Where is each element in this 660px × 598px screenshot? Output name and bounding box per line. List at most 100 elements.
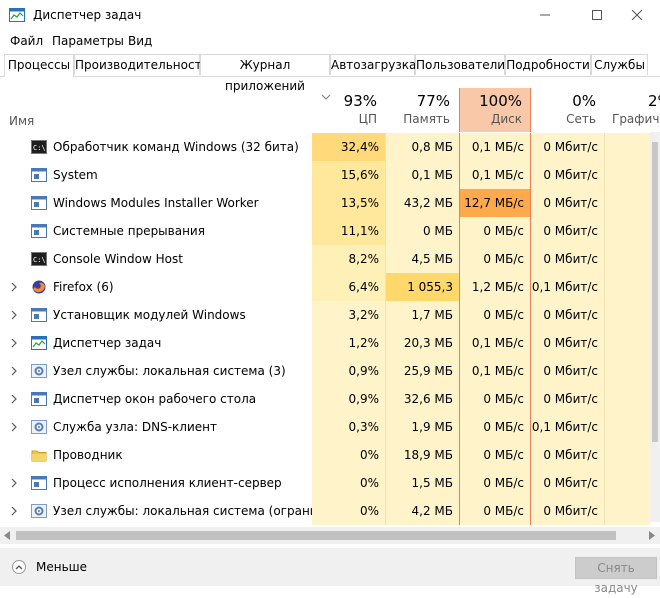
network-label: Сеть xyxy=(566,112,596,126)
process-row[interactable]: System 15,6% 0,1 МБ 0,1 МБ/с 0 Мбит/с xyxy=(0,161,650,189)
process-row[interactable]: Системные прерывания 11,1% 0 МБ 0 МБ/с 0 Мби… xyxy=(0,217,650,245)
disk-total: 100% xyxy=(479,92,522,110)
process-name: System xyxy=(53,168,98,182)
process-gpu xyxy=(604,133,650,161)
footer: Меньше Снять задачу xyxy=(0,548,660,595)
menu-view[interactable]: Вид xyxy=(128,34,152,48)
vertical-scrollbar[interactable] xyxy=(650,132,660,522)
column-header-name[interactable]: Имя xyxy=(0,88,331,132)
expand-chevron-icon[interactable] xyxy=(10,422,18,432)
process-row[interactable]: Узел службы: локальная система (3) 0,9% 25… xyxy=(0,357,650,385)
tab-services[interactable]: Службы xyxy=(591,54,648,75)
gear-icon xyxy=(31,364,47,378)
process-cpu: 3,2% xyxy=(312,301,385,329)
tab-users[interactable]: Пользователи xyxy=(415,54,505,75)
cmd-icon: C:\ xyxy=(31,140,47,154)
process-network: 0 Мбит/с xyxy=(531,329,604,357)
process-network: 0,1 Мбит/с xyxy=(531,273,604,301)
process-network: 0 Мбит/с xyxy=(531,357,604,385)
process-disk: 0 МБ/с xyxy=(459,385,531,413)
expand-chevron-icon[interactable] xyxy=(10,282,18,292)
process-network: 0,1 Мбит/с xyxy=(531,413,604,441)
memory-label: Память xyxy=(403,112,450,126)
tab-startup[interactable]: Автозагрузка xyxy=(330,54,416,75)
end-task-button[interactable]: Снять задачу xyxy=(575,557,657,595)
process-name: Служба узла: DNS-клиент xyxy=(53,420,217,434)
svg-text:C:\: C:\ xyxy=(33,144,46,152)
minimize-icon xyxy=(540,14,550,16)
minimize-button[interactable] xyxy=(522,0,568,30)
tab-performance[interactable]: Производительность xyxy=(74,54,209,75)
process-name: Диспетчер окон рабочего стола xyxy=(53,392,257,406)
process-row[interactable]: C:\ Console Window Host 8,2% 4,5 МБ 0 МБ/с 0 … xyxy=(0,245,650,273)
fewer-details-icon[interactable] xyxy=(12,560,26,574)
column-header-network[interactable]: 0% Сеть xyxy=(531,88,604,132)
title-bar: Диспетчер задач xyxy=(0,0,660,30)
horizontal-scrollbar[interactable] xyxy=(0,527,660,544)
process-row[interactable]: Узел службы: локальная система (ограниче… xyxy=(0,497,650,525)
process-row[interactable]: Служба узла: DNS-клиент 0,3% 1,9 МБ 0 МБ/с 0… xyxy=(0,413,650,441)
menu-file[interactable]: Файл xyxy=(10,34,43,48)
gear-icon xyxy=(31,420,47,434)
process-row[interactable]: Диспетчер окон рабочего стола 0,9% 32,6 МБ… xyxy=(0,385,650,413)
process-disk: 0 МБ/с xyxy=(459,301,531,329)
close-button[interactable] xyxy=(614,0,660,30)
process-cpu: 32,4% xyxy=(312,133,385,161)
horizontal-scroll-thumb[interactable] xyxy=(16,531,616,540)
process-gpu xyxy=(604,273,650,301)
window-icon xyxy=(31,392,47,406)
fewer-details-link[interactable]: Меньше xyxy=(36,560,87,574)
process-cpu: 0% xyxy=(312,497,385,525)
window-icon xyxy=(31,224,47,238)
process-gpu xyxy=(604,413,650,441)
scroll-left-icon[interactable] xyxy=(3,531,11,540)
gpu-label: Графиче xyxy=(612,112,660,126)
process-name: Windows Modules Installer Worker xyxy=(53,196,259,210)
window-icon xyxy=(31,196,47,210)
process-disk: 0,1 МБ/с xyxy=(459,133,531,161)
tab-processes[interactable]: Процессы xyxy=(4,54,74,77)
process-cpu: 6,4% xyxy=(312,273,385,301)
folder-icon xyxy=(31,450,47,462)
process-row[interactable]: Проводник 0% 18,9 МБ 0 МБ/с 0 Мбит/с xyxy=(0,441,650,469)
network-total: 0% xyxy=(572,92,596,110)
expand-chevron-icon[interactable] xyxy=(10,478,18,488)
tab-details[interactable]: Подробности xyxy=(505,54,591,75)
scroll-right-icon[interactable] xyxy=(648,531,656,540)
process-cpu: 15,6% xyxy=(312,161,385,189)
process-memory: 4,5 МБ xyxy=(385,245,459,273)
column-header-disk[interactable]: 100% Диск xyxy=(459,88,531,132)
memory-total: 77% xyxy=(416,92,450,110)
process-cpu: 1,2% xyxy=(312,329,385,357)
svg-text:C:\: C:\ xyxy=(33,256,46,264)
process-row[interactable]: Процесс исполнения клиент-сервер 0% 1,5 МБ… xyxy=(0,469,650,497)
process-memory: 4,2 МБ xyxy=(385,497,459,525)
process-row[interactable]: Windows Modules Installer Worker 13,5% 43,… xyxy=(0,189,650,217)
column-header-gpu[interactable]: 2% Графиче xyxy=(604,88,660,132)
column-header-memory[interactable]: 77% Память xyxy=(385,88,458,132)
vertical-scroll-thumb[interactable] xyxy=(652,142,658,442)
expand-chevron-icon[interactable] xyxy=(10,366,18,376)
process-cpu: 0,9% xyxy=(312,357,385,385)
expand-chevron-icon[interactable] xyxy=(10,394,18,404)
process-cpu: 0% xyxy=(312,469,385,497)
process-row[interactable]: Установщик модулей Windows 3,2% 1,7 МБ 0 МБ… xyxy=(0,301,650,329)
process-disk: 1,2 МБ/с xyxy=(459,273,531,301)
process-name: Диспетчер задач xyxy=(53,336,162,350)
process-disk: 0 МБ/с xyxy=(459,217,531,245)
process-row[interactable]: Firefox (6) 6,4%1 055,3 МБ1,2 МБ/с0,1 Мби… xyxy=(0,273,650,322)
window-icon xyxy=(31,308,47,322)
tab-app-history[interactable]: Журнал приложений xyxy=(200,54,330,93)
expand-chevron-icon[interactable] xyxy=(10,506,18,516)
process-name: Процесс исполнения клиент-сервер xyxy=(53,476,282,490)
process-row[interactable]: Диспетчер задач 1,2% 20,3 МБ 0,1 МБ/с 0 Мбит… xyxy=(0,329,650,357)
process-network: 0 Мбит/с xyxy=(531,497,604,525)
expand-chevron-icon[interactable] xyxy=(10,310,18,320)
process-name: Firefox (6) xyxy=(53,280,114,294)
expand-chevron-icon[interactable] xyxy=(10,338,18,348)
process-row[interactable]: C:\ Обработчик команд Windows (32 бита) 32… xyxy=(0,133,650,161)
menu-options[interactable]: Параметры xyxy=(52,34,124,48)
process-cpu: 0,9% xyxy=(312,385,385,413)
column-header-cpu[interactable]: 93% ЦП xyxy=(312,88,385,132)
process-memory: 1 055,3 МБ xyxy=(385,273,459,322)
